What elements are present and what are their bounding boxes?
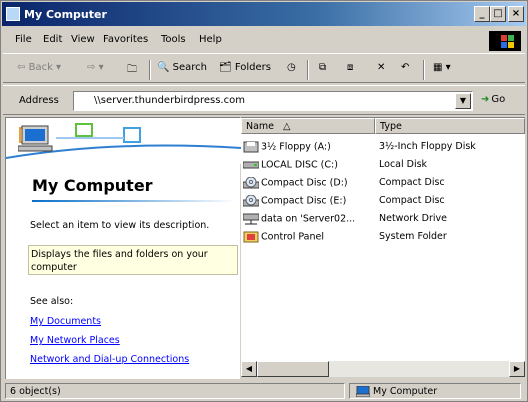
floppy-icon [243, 141, 259, 153]
up-folder-button[interactable]: 🗀 [127, 62, 137, 79]
copy-to-button[interactable]: ⧈ [347, 62, 353, 73]
move-to-button[interactable]: ⧉ [319, 62, 326, 73]
address-dropdown-button[interactable]: ▼ [455, 93, 471, 109]
network-drive-icon [243, 213, 259, 225]
harddisk-icon [243, 161, 259, 169]
address-bar: Address \\server.thunderbirdpress.com ▼ … [3, 85, 525, 115]
file-list: Name △ Type 3½ Floppy (A:) 3½-Inch Flopp… [241, 117, 525, 361]
toolbar-separator [307, 60, 309, 80]
views-button[interactable]: ▦ ▾ [433, 62, 451, 73]
copy-to-icon: ⧈ [347, 62, 354, 73]
menu-bar: File Edit View Favorites Tools Help [3, 29, 525, 51]
status-object-count: 6 object(s) [5, 383, 345, 399]
status-bar: 6 object(s) My Computer [3, 381, 525, 401]
list-item[interactable]: LOCAL DISC (C:) Local Disk [241, 156, 525, 174]
close-button[interactable]: × [508, 6, 524, 22]
address-input[interactable]: \\server.thunderbirdpress.com [73, 91, 473, 111]
move-to-icon: ⧉ [319, 62, 327, 73]
scroll-left-button[interactable]: ◀ [241, 361, 257, 377]
windows-logo-icon [489, 31, 521, 51]
horizontal-scrollbar[interactable]: ◀ ▶ [241, 361, 525, 377]
folders-icon: 🗂 [219, 62, 232, 73]
header-graphic [5, 118, 242, 164]
search-icon: 🔍 [157, 62, 170, 73]
link-my-network-places[interactable]: My Network Places [30, 335, 120, 346]
views-icon: ▦ [433, 62, 443, 73]
toolbar-separator [149, 60, 151, 80]
list-item[interactable]: Compact Disc (E:) Compact Disc [241, 192, 525, 210]
details-pane: My Computer Select an item to view its d… [5, 117, 242, 379]
scroll-thumb[interactable] [257, 361, 329, 377]
scroll-right-button[interactable]: ▶ [509, 361, 525, 377]
column-header-type[interactable]: Type [375, 118, 525, 134]
go-arrow-icon: ➜ [481, 94, 490, 105]
computer-icon [18, 125, 53, 152]
page-title: My Computer [32, 176, 153, 195]
delete-button[interactable]: ✕ [377, 62, 385, 73]
see-also-label: See also: [30, 296, 74, 307]
menu-edit[interactable]: Edit [43, 34, 62, 45]
minimize-button[interactable]: _ [474, 6, 490, 22]
title-bar[interactable]: My Computer _ □ × [2, 2, 526, 26]
history-icon: ◷ [287, 62, 296, 73]
list-item[interactable]: Compact Disc (D:) Compact Disc [241, 174, 525, 192]
menu-favorites[interactable]: Favorites [103, 34, 148, 45]
status-location: My Computer [349, 383, 521, 399]
forward-arrow-icon: ⇨ [87, 62, 96, 73]
link-network-dialup-connections[interactable]: Network and Dial-up Connections [30, 354, 189, 365]
search-button[interactable]: 🔍 Search [157, 62, 207, 73]
menu-view[interactable]: View [71, 34, 95, 45]
address-label: Address [19, 95, 59, 106]
menu-tools[interactable]: Tools [161, 34, 186, 45]
maximize-button[interactable]: □ [490, 6, 506, 22]
go-button[interactable]: ➜ Go [481, 94, 505, 105]
explorer-window: My Computer _ □ × File Edit View Favorit… [0, 0, 528, 402]
forward-button[interactable]: ⇨ ▾ [87, 62, 104, 73]
my-computer-icon [355, 385, 371, 398]
title-divider [32, 200, 237, 202]
undo-button[interactable]: ↶ [401, 62, 409, 73]
toolbar: ⇦ Back ▾ ⇨ ▾ 🗀 🔍 Search 🗂 Folders ◷ ⧉ ⧈ … [3, 53, 525, 83]
delete-icon: ✕ [377, 62, 386, 73]
sort-ascending-icon: △ [277, 121, 291, 132]
window-title: My Computer [24, 8, 107, 21]
up-folder-icon: 🗀 [127, 64, 137, 75]
folders-button[interactable]: 🗂 Folders [219, 62, 271, 73]
toolbar-separator [423, 60, 425, 80]
undo-icon: ↶ [401, 62, 410, 73]
menu-file[interactable]: File [15, 34, 32, 45]
cd-icon [243, 177, 259, 189]
column-header-name[interactable]: Name △ [241, 118, 375, 134]
back-arrow-icon: ⇦ [17, 62, 26, 73]
selection-prompt: Select an item to view its description. [30, 220, 210, 231]
control-panel-icon [243, 231, 259, 243]
my-computer-icon [6, 7, 20, 21]
cd-icon [243, 195, 259, 207]
list-item[interactable]: Control Panel System Folder [241, 228, 525, 246]
menu-help[interactable]: Help [199, 34, 222, 45]
back-button[interactable]: ⇦ Back ▾ [17, 62, 61, 73]
history-button[interactable]: ◷ [287, 62, 296, 73]
link-my-documents[interactable]: My Documents [30, 316, 101, 327]
description-box: Displays the files and folders on your c… [28, 245, 238, 275]
list-item[interactable]: data on 'Server02... Network Drive [241, 210, 525, 228]
list-item[interactable]: 3½ Floppy (A:) 3½-Inch Floppy Disk [241, 138, 525, 156]
